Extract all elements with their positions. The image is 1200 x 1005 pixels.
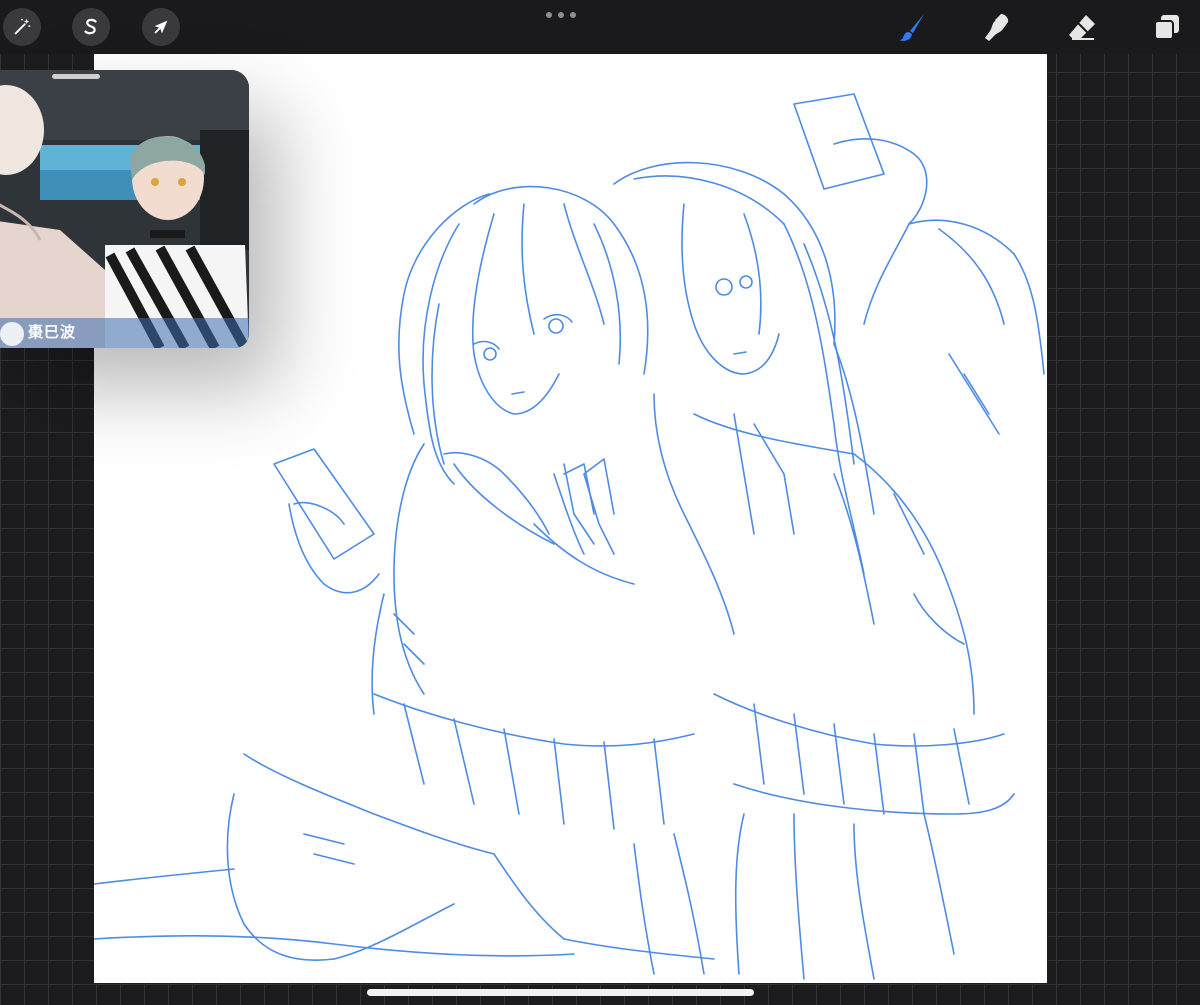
smudge-finger-icon [985,14,1009,41]
layers-button[interactable] [1150,10,1184,44]
adjustments-button[interactable] [3,8,41,46]
reference-image [0,70,249,348]
ellipsis-icon[interactable] [546,10,576,20]
eraser-icon [1069,15,1095,40]
reference-grab-handle[interactable] [52,74,100,79]
magic-wand-icon [14,18,31,35]
smudge-button[interactable] [980,10,1014,44]
selection-button[interactable] [72,8,110,46]
home-indicator[interactable] [367,989,754,996]
layers-icon [1154,15,1179,40]
eraser-button[interactable] [1065,10,1099,44]
brush-button[interactable] [895,10,929,44]
selection-s-icon [84,18,97,35]
top-toolbar [0,0,1200,54]
brush-icon [899,14,924,41]
reference-window[interactable]: 棗巳波 [0,70,249,348]
reference-caption: 棗巳波 [28,324,77,341]
arrow-cursor-icon [154,20,168,34]
transform-button[interactable] [142,8,180,46]
